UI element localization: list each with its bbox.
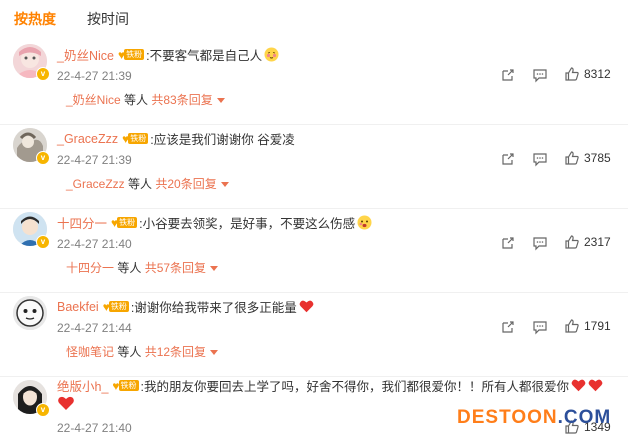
- comment-icon: [533, 69, 547, 83]
- fan-badge: ♥ 铁粉: [102, 299, 129, 314]
- shy-emoji-icon: [264, 47, 279, 62]
- reply-username[interactable]: _GraceZzz: [66, 177, 125, 191]
- share-icon: [502, 153, 514, 165]
- comment-item: Baekfei ♥ 铁粉 :谢谢你给我带来了很多正能量 22-4-27 21:44…: [0, 292, 628, 377]
- comment-text: :应该是我们谢谢你 谷爱凌: [150, 133, 295, 147]
- comment-time: 22-4-27 21:39: [57, 153, 132, 167]
- replies-link[interactable]: 怪咖笔记 等人 共12条回复: [66, 343, 219, 360]
- replies-link[interactable]: 十四分一 等人 共57条回复: [66, 259, 219, 276]
- comment-button[interactable]: [532, 319, 548, 340]
- chevron-down-icon: [220, 182, 229, 188]
- avatar[interactable]: [13, 296, 47, 330]
- like-count: 1791: [584, 319, 611, 333]
- like-count: 8312: [584, 67, 611, 81]
- comment-button[interactable]: [532, 67, 548, 88]
- reply-count[interactable]: 共83条回复: [151, 93, 212, 107]
- thumbs-up-icon: [565, 151, 579, 165]
- heart-emoji-icon: [58, 396, 74, 410]
- comment-icon: [533, 237, 547, 251]
- fan-badge: ♥ 铁粉: [122, 131, 149, 146]
- reply-separator: 等人: [124, 177, 156, 191]
- reply-separator: 等人: [114, 345, 145, 359]
- replies-link[interactable]: _GraceZzz 等人 共20条回复: [66, 175, 229, 192]
- share-icon: [502, 237, 514, 249]
- comment-icon: [533, 321, 547, 335]
- like-button[interactable]: 8312: [564, 66, 611, 82]
- verified-badge-icon: v: [36, 235, 50, 249]
- heart-emoji-icon: [588, 379, 603, 392]
- share-icon: [502, 69, 514, 81]
- like-count: 2317: [584, 235, 611, 249]
- comment-text: :小谷要去领奖，是好事，不要这么伤感: [139, 217, 356, 231]
- comment-item: v 十四分一 ♥ 铁粉 :小谷要去领奖，是好事，不要这么伤感 22-4-27 21…: [0, 208, 628, 293]
- verified-badge-icon: v: [36, 67, 50, 81]
- fan-badge: ♥ 铁粉: [117, 47, 145, 62]
- reply-username[interactable]: 十四分一: [66, 261, 114, 275]
- fan-badge: ♥ 铁粉: [111, 215, 138, 230]
- watermark-logo: DESTOON.COM: [457, 407, 612, 428]
- reply-count[interactable]: 共57条回复: [145, 261, 206, 275]
- share-button[interactable]: [500, 235, 516, 256]
- comment-button[interactable]: [532, 151, 548, 172]
- comment-button[interactable]: [532, 235, 548, 256]
- comment-item: v _奶丝Nice ♥ 铁粉 :不要客气都是自己人 22-4-27 21:39 8…: [0, 40, 628, 125]
- comment-item: v _GraceZzz ♥ 铁粉 :应该是我们谢谢你 谷爱凌 22-4-27 21…: [0, 124, 628, 209]
- like-button[interactable]: 3785: [564, 150, 611, 166]
- reply-separator: 等人: [120, 93, 152, 107]
- comment-icon: [533, 153, 547, 167]
- reply-separator: 等人: [114, 261, 145, 275]
- username[interactable]: _奶丝Nice: [57, 45, 114, 64]
- like-button[interactable]: 1791: [564, 318, 611, 334]
- username[interactable]: 绝版小h_: [57, 376, 108, 395]
- chevron-down-icon: [216, 98, 225, 104]
- comment-text: :谢谢你给我带来了很多正能量: [130, 301, 297, 315]
- like-button[interactable]: 2317: [564, 234, 611, 250]
- heart-emoji-icon: [299, 300, 314, 313]
- thumbs-up-icon: [565, 67, 579, 81]
- verified-badge-icon: v: [36, 151, 50, 165]
- sad-emoji-icon: [357, 215, 372, 230]
- sort-tabs: 按热度 按时间: [14, 9, 129, 29]
- comment-text: :我的朋友你要回去上学了吗，好舍不得你，我们都很爱你！！所有人都很爱你: [140, 380, 570, 394]
- reply-username[interactable]: 怪咖笔记: [66, 345, 114, 359]
- share-button[interactable]: [500, 67, 516, 88]
- reply-username[interactable]: _奶丝Nice: [66, 93, 121, 107]
- comment-time: 22-4-27 21:40: [57, 237, 132, 251]
- heart-emoji-icon: [571, 379, 586, 392]
- reply-count[interactable]: 共20条回复: [155, 177, 216, 191]
- username[interactable]: Baekfei: [57, 300, 99, 314]
- thumbs-up-icon: [565, 235, 579, 249]
- tab-sort-by-time[interactable]: 按时间: [87, 9, 129, 29]
- chevron-down-icon: [210, 266, 219, 272]
- thumbs-up-icon: [565, 319, 579, 333]
- chevron-down-icon: [210, 350, 219, 356]
- like-count: 3785: [584, 151, 611, 165]
- share-icon: [502, 321, 514, 333]
- share-button[interactable]: [500, 319, 516, 340]
- fan-badge: ♥ 铁粉: [112, 378, 139, 393]
- comment-text: :不要客气都是自己人: [146, 49, 263, 63]
- comment-time: 22-4-27 21:44: [57, 321, 132, 335]
- tab-sort-by-hot[interactable]: 按热度: [14, 9, 56, 29]
- share-button[interactable]: [500, 151, 516, 172]
- replies-link[interactable]: _奶丝Nice 等人 共83条回复: [66, 91, 225, 108]
- comment-time: 22-4-27 21:39: [57, 69, 132, 83]
- username[interactable]: 十四分一: [57, 213, 107, 232]
- reply-count[interactable]: 共12条回复: [145, 345, 206, 359]
- username[interactable]: _GraceZzz: [57, 132, 118, 146]
- verified-badge-icon: v: [36, 403, 50, 417]
- comment-time: 22-4-27 21:40: [57, 421, 132, 435]
